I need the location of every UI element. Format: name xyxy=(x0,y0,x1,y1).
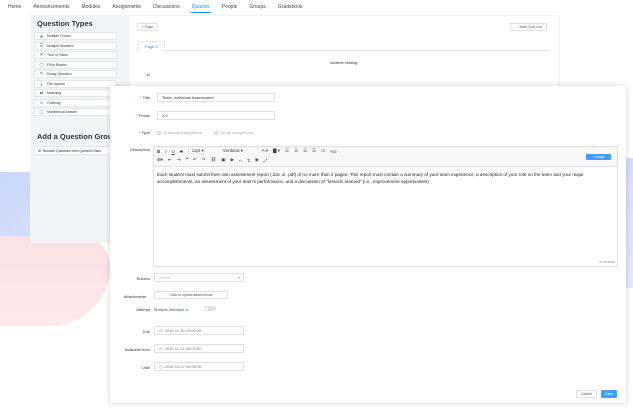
editor-toolbar: B I U S 11pt ▾ Verdana ▾ A ▾ ▇ ▾ ☰ ☰ ☰ ☰… xyxy=(154,147,617,167)
attempt-label: Attempt xyxy=(136,307,150,312)
arrows-icon: ⇄ xyxy=(39,90,44,95)
underline-icon[interactable]: U xyxy=(172,149,175,154)
cross-icon: ✕ xyxy=(39,52,44,57)
align-right-icon[interactable]: ☰ xyxy=(303,148,307,154)
clock-icon: ◷ xyxy=(159,364,163,369)
justify-icon[interactable]: ☰ xyxy=(312,148,316,154)
clock-icon: ◷ xyxy=(159,328,163,333)
undo-icon[interactable]: ↶ xyxy=(193,157,197,163)
bullet-list-icon[interactable]: ⁝≡ xyxy=(321,148,325,154)
pencil-icon: ✎ xyxy=(39,71,44,76)
font-family-select[interactable]: Verdana ▾ xyxy=(223,148,257,154)
box-icon: ▢ xyxy=(39,61,44,67)
question-type-essay[interactable]: ✎ Essay Question xyxy=(34,70,117,78)
numbered-list-icon[interactable]: ⅓≡ xyxy=(330,149,336,154)
upload-icon: ⤓ xyxy=(40,81,43,86)
clock-icon: ◷ xyxy=(159,346,163,351)
indent-icon[interactable]: ⇤ xyxy=(168,157,172,163)
nav-discussions[interactable]: Discussions xyxy=(152,2,181,12)
text-color-icon[interactable]: A ▾ xyxy=(262,148,268,154)
chevron-down-icon: ▾ xyxy=(237,275,240,280)
nav-assignments[interactable]: Assignments xyxy=(111,2,142,12)
save-button[interactable]: Save xyxy=(601,390,617,398)
question-type-multiple-answers[interactable]: ☰ Multiple Answers xyxy=(34,41,117,50)
add-page-button[interactable]: + Page xyxy=(137,23,159,31)
link-icon[interactable]: ⛓ xyxy=(211,157,217,163)
tab-divider xyxy=(136,50,550,51)
back-quiz-list-button[interactable]: ← Back Quiz List xyxy=(510,23,547,31)
nav-modules[interactable]: Modules xyxy=(80,2,101,12)
image-icon[interactable]: ▣ xyxy=(221,157,225,163)
question-type-true-false[interactable]: ✕ True or False xyxy=(34,51,117,59)
nav-people[interactable]: People xyxy=(221,2,239,12)
points-label: * Points xyxy=(136,113,150,118)
box-icon: ▢ xyxy=(39,109,44,114)
due-label: Due xyxy=(142,329,150,334)
cancel-button[interactable]: Cancel xyxy=(576,390,597,398)
rubrics-label: Rubrics xyxy=(136,276,150,281)
question-types-title: Question Types xyxy=(37,19,93,28)
radio-dot-icon: ● xyxy=(40,33,43,39)
multiple-attempts-toggle[interactable] xyxy=(204,306,216,311)
redo-icon[interactable]: ↷ xyxy=(202,157,206,163)
fullscreen-icon[interactable]: ⤢ xyxy=(264,158,268,163)
highlight-icon[interactable]: ▇ ▾ xyxy=(273,148,280,154)
list-icon: ☰ xyxy=(39,42,44,48)
bold-icon[interactable]: B xyxy=(157,149,160,154)
preview-icon[interactable]: ◉ xyxy=(255,157,259,163)
media-icon[interactable]: ▶ xyxy=(231,157,234,163)
nav-announcements[interactable]: Announcements xyxy=(32,2,70,12)
italic-icon[interactable]: I xyxy=(165,149,166,154)
clear-format-icon[interactable]: T̶ xyxy=(247,158,250,163)
description-label: Description xyxy=(129,147,150,152)
align-left-icon[interactable]: ☰ xyxy=(285,148,289,154)
title-input[interactable]: Team: Individual Assessment xyxy=(157,93,275,102)
grid-icon: ⊞ xyxy=(38,148,41,153)
available-from-label: Available from xyxy=(124,347,150,352)
question-type-file-upload[interactable]: ⤓ File Upload xyxy=(34,79,117,88)
until-label: Until xyxy=(141,365,150,370)
question-number: 11 xyxy=(146,72,151,77)
nav-groups[interactable]: Groups xyxy=(248,2,266,12)
align-center-icon[interactable]: ☰ xyxy=(294,148,298,154)
rubrics-select[interactable]: Select ▾ xyxy=(154,273,244,282)
upload-attachments-button[interactable]: Click to upload attachments xyxy=(154,291,228,299)
description-text[interactable]: Each student must submit their own asses… xyxy=(154,167,617,190)
font-size-select[interactable]: 11pt ▾ xyxy=(187,148,218,154)
title-label: * Title xyxy=(139,95,150,100)
help-icon: ● xyxy=(185,307,189,312)
insert-image-button[interactable]: + Image xyxy=(586,154,611,160)
available-from-input[interactable]: ◷ 2019-11-21 00:00:00 xyxy=(154,344,244,353)
multiple-attempts-text: Multiple Attempts ● xyxy=(154,307,189,312)
word-count: 65 WORDS xyxy=(599,260,615,264)
code-icon[interactable]: ‹› xyxy=(239,158,242,163)
quote-icon[interactable]: ❝ xyxy=(186,157,188,163)
table-icon[interactable]: ⊞▾ xyxy=(157,157,163,163)
course-nav: Home Announcements Modules Assignments D… xyxy=(0,0,633,14)
quiz-title: midterm testing xyxy=(330,60,358,65)
lines-icon: ≡ xyxy=(40,100,43,105)
question-type-multiple-choice[interactable]: ● Multiple Choice xyxy=(34,32,117,40)
strikethrough-icon[interactable]: S xyxy=(180,149,183,154)
question-type-fill-blanks[interactable]: ▢ Fill in Blanks xyxy=(34,60,117,69)
type-label: * Type xyxy=(138,130,150,135)
due-date-input[interactable]: ◷ 2019-11-30 15:00:00 xyxy=(154,326,244,335)
nav-quizzes[interactable]: Quizzes xyxy=(190,2,211,13)
attachments-label: Attachments xyxy=(123,294,146,299)
type-group-radio[interactable]: Group Assignment xyxy=(214,130,253,135)
nav-gradebook[interactable]: Gradebook xyxy=(277,2,304,12)
rich-text-editor: B I U S 11pt ▾ Verdana ▾ A ▾ ▇ ▾ ☰ ☰ ☰ ☰… xyxy=(153,146,618,267)
nav-home[interactable]: Home xyxy=(7,2,22,12)
background-blob-pink xyxy=(0,236,110,326)
outdent-icon[interactable]: ⇥ xyxy=(177,157,181,163)
tab-page-1[interactable]: Page 1 xyxy=(138,41,165,51)
points-input[interactable]: 2.0 xyxy=(157,111,275,120)
until-date-input[interactable]: ◷ 2019-12-07 00:00:00 xyxy=(154,362,244,371)
type-individual-radio[interactable]: Individual Assignment xyxy=(157,130,202,135)
